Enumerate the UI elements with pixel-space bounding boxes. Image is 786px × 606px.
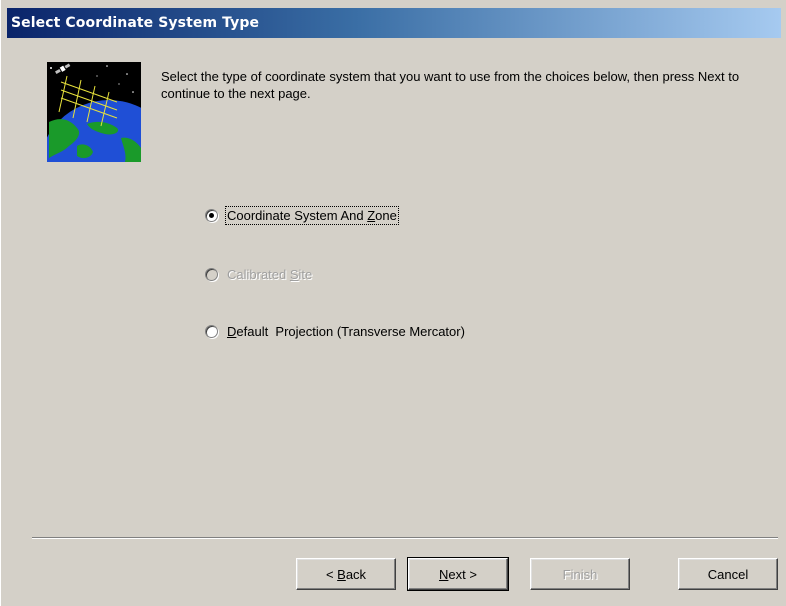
option-calibrated-site: Calibrated Site bbox=[205, 263, 312, 285]
option-default-projection[interactable]: Default Projection (Transverse Mercator) bbox=[205, 320, 465, 342]
wizard-dialog: Select Coordinate System Type Select the… bbox=[0, 0, 786, 606]
page-title: Select Coordinate System Type bbox=[11, 15, 260, 31]
radio-button-icon bbox=[205, 267, 218, 281]
radio-button-icon[interactable] bbox=[205, 324, 218, 338]
radio-button-icon[interactable] bbox=[205, 208, 218, 222]
option-label: Default Projection (Transverse Mercator) bbox=[227, 323, 465, 339]
instructions-text: Select the type of coordinate system tha… bbox=[161, 69, 740, 101]
globe-satellite-icon bbox=[47, 62, 141, 162]
back-button[interactable]: < Back bbox=[296, 558, 396, 590]
option-label: Calibrated Site bbox=[227, 266, 313, 282]
divider bbox=[32, 537, 778, 539]
finish-button: Finish bbox=[530, 558, 630, 590]
next-button[interactable]: Next > bbox=[407, 557, 509, 591]
cancel-button[interactable]: Cancel bbox=[678, 558, 778, 590]
option-label: Coordinate System And Zone bbox=[225, 205, 399, 225]
option-coordinate-system-and-zone[interactable]: Coordinate System And Zone bbox=[205, 204, 399, 226]
wizard-header-bar: Select Coordinate System Type bbox=[7, 8, 781, 38]
